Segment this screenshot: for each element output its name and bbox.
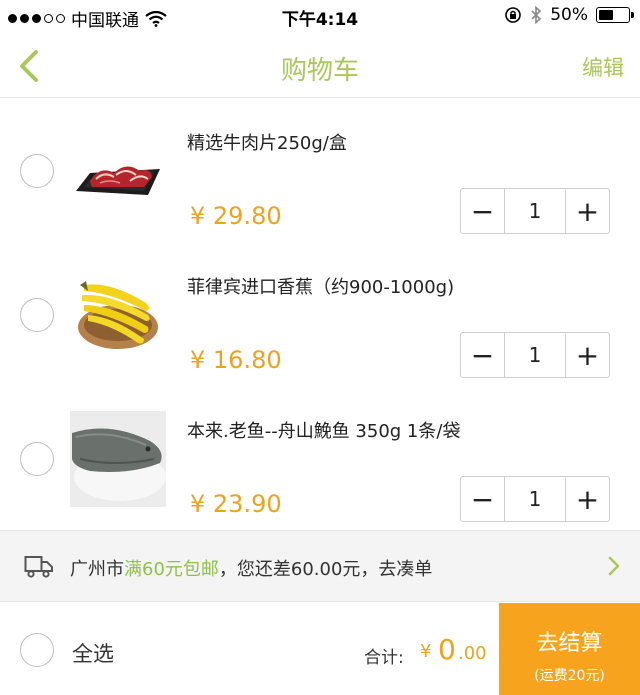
freight-note: (运费20元)	[534, 668, 605, 684]
item-name: 本来.老鱼--舟山鮸鱼 350g 1条/袋	[187, 421, 461, 442]
checkout-button[interactable]: 去结算 (运费20元)	[499, 603, 640, 695]
fish-image	[70, 411, 166, 507]
battery-icon	[596, 7, 634, 23]
page-title: 购物车	[280, 56, 359, 86]
item-select-radio[interactable]	[20, 154, 54, 188]
decrease-quantity-button[interactable]: −	[461, 477, 505, 521]
select-all-label[interactable]: 全选	[72, 638, 114, 668]
increase-quantity-button[interactable]: +	[565, 189, 609, 233]
checkout-bar: 全选 合计: ¥ 0 .00 去结算 (运费20元)	[0, 603, 640, 695]
chevron-right-icon[interactable]	[608, 555, 620, 577]
bananas-image	[78, 281, 158, 349]
quantity-stepper: − 1 +	[460, 332, 610, 378]
item-name: 精选牛肉片250g/盒	[187, 133, 347, 154]
cart-item: 菲律宾进口香蕉（约900-1000g) ¥ 16.80 − 1 +	[0, 243, 640, 387]
truck-icon	[24, 556, 53, 578]
cart-item: 本来.老鱼--舟山鮸鱼 350g 1条/袋 ¥ 23.90 − 1 +	[0, 387, 640, 531]
quantity-value[interactable]: 1	[505, 333, 565, 377]
nav-bar: 购物车 编辑	[0, 34, 640, 98]
select-all-radio[interactable]	[20, 633, 54, 667]
total-label: 合计:	[364, 648, 404, 668]
total-amount-decimal: .00	[458, 643, 487, 664]
item-select-radio[interactable]	[20, 298, 54, 332]
decrease-quantity-button[interactable]: −	[461, 189, 505, 233]
quantity-value[interactable]: 1	[505, 189, 565, 233]
increase-quantity-button[interactable]: +	[565, 333, 609, 377]
edit-button[interactable]: 编辑	[582, 52, 624, 82]
quantity-stepper: − 1 +	[460, 188, 610, 234]
bluetooth-icon	[531, 6, 542, 24]
shipping-message: 广州市满60元包邮，您还差60.00元，去凑单	[70, 555, 432, 581]
item-select-radio[interactable]	[20, 442, 54, 476]
quantity-stepper: − 1 +	[460, 476, 610, 522]
quantity-value[interactable]: 1	[505, 477, 565, 521]
status-bar: 中国联通 下午4:14 50%	[0, 0, 640, 34]
total-amount-integer: 0	[438, 633, 456, 666]
shipping-promo: 满60元包邮	[124, 559, 219, 580]
shipping-remaining: ，您还差60.00元，去凑单	[218, 559, 433, 580]
item-price: ¥ 29.80	[190, 202, 282, 230]
status-bar-right: 50%	[504, 5, 634, 25]
item-price: ¥ 23.90	[190, 490, 282, 518]
item-name: 菲律宾进口香蕉（约900-1000g)	[187, 277, 455, 298]
shipping-city: 广州市	[70, 559, 124, 580]
beef-slices-image	[76, 166, 160, 195]
increase-quantity-button[interactable]: +	[565, 477, 609, 521]
battery-percent: 50%	[550, 5, 588, 25]
total-currency: ¥	[420, 641, 432, 662]
checkout-label: 去结算	[536, 631, 603, 656]
item-price: ¥ 16.80	[190, 346, 282, 374]
battery-level	[599, 10, 613, 20]
free-shipping-bar[interactable]: 广州市满60元包邮，您还差60.00元，去凑单	[0, 530, 640, 602]
orientation-lock-icon	[505, 7, 522, 23]
decrease-quantity-button[interactable]: −	[461, 333, 505, 377]
cart-item: 精选牛肉片250g/盒 ¥ 29.80 − 1 +	[0, 99, 640, 243]
